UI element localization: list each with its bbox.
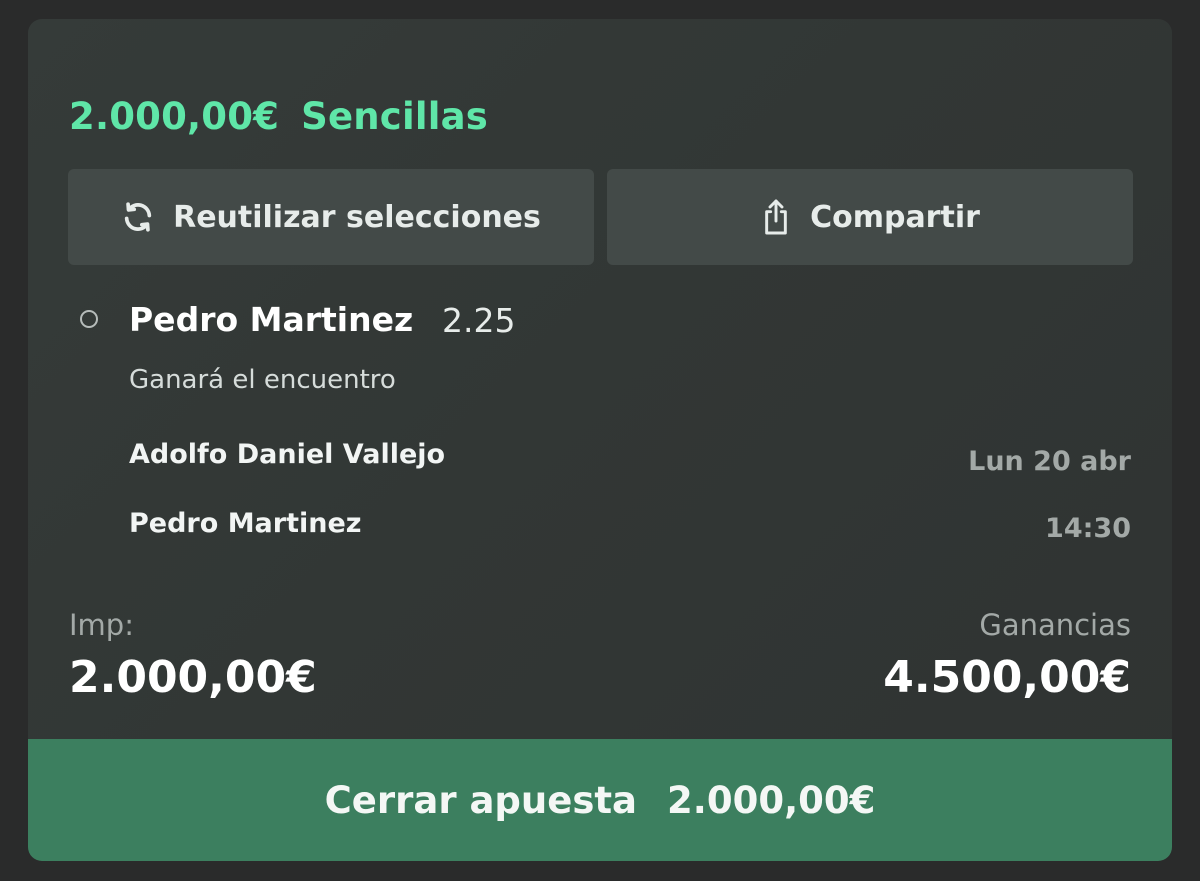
- cashout-amount: 2.000,00€: [667, 778, 876, 822]
- event-date: Lun 20 abr: [968, 446, 1131, 477]
- winnings-label: Ganancias: [979, 608, 1131, 642]
- share-button[interactable]: Compartir: [607, 169, 1133, 265]
- selection-market: Ganará el encuentro: [129, 365, 396, 395]
- stake-amount: 2.000,00€: [69, 652, 317, 703]
- selection-name: Pedro Martinez: [129, 300, 414, 339]
- winnings-amount: 4.500,00€: [883, 652, 1131, 703]
- share-label: Compartir: [810, 199, 980, 235]
- selection-odds: 2.25: [442, 301, 516, 340]
- cashout-label: Cerrar apuesta: [324, 778, 638, 822]
- event-team-away: Pedro Martinez: [129, 508, 362, 539]
- stake-label: Imp:: [69, 608, 134, 642]
- bet-type: Sencillas: [301, 95, 488, 138]
- reuse-selections-label: Reutilizar selecciones: [173, 199, 541, 235]
- bet-card: 2.000,00€ Sencillas Reutilizar seleccione…: [28, 19, 1172, 861]
- event-time: 14:30: [1045, 513, 1131, 544]
- bet-total: 2.000,00€: [69, 95, 280, 138]
- share-icon: [765, 199, 787, 235]
- reuse-selections-button[interactable]: Reutilizar selecciones: [68, 169, 594, 265]
- cashout-button[interactable]: Cerrar apuesta 2.000,00€: [28, 739, 1172, 861]
- selection-radio[interactable]: [80, 310, 98, 328]
- refresh-icon: [124, 202, 152, 232]
- bet-header: 2.000,00€ Sencillas: [69, 95, 488, 138]
- event-team-home: Adolfo Daniel Vallejo: [129, 439, 446, 470]
